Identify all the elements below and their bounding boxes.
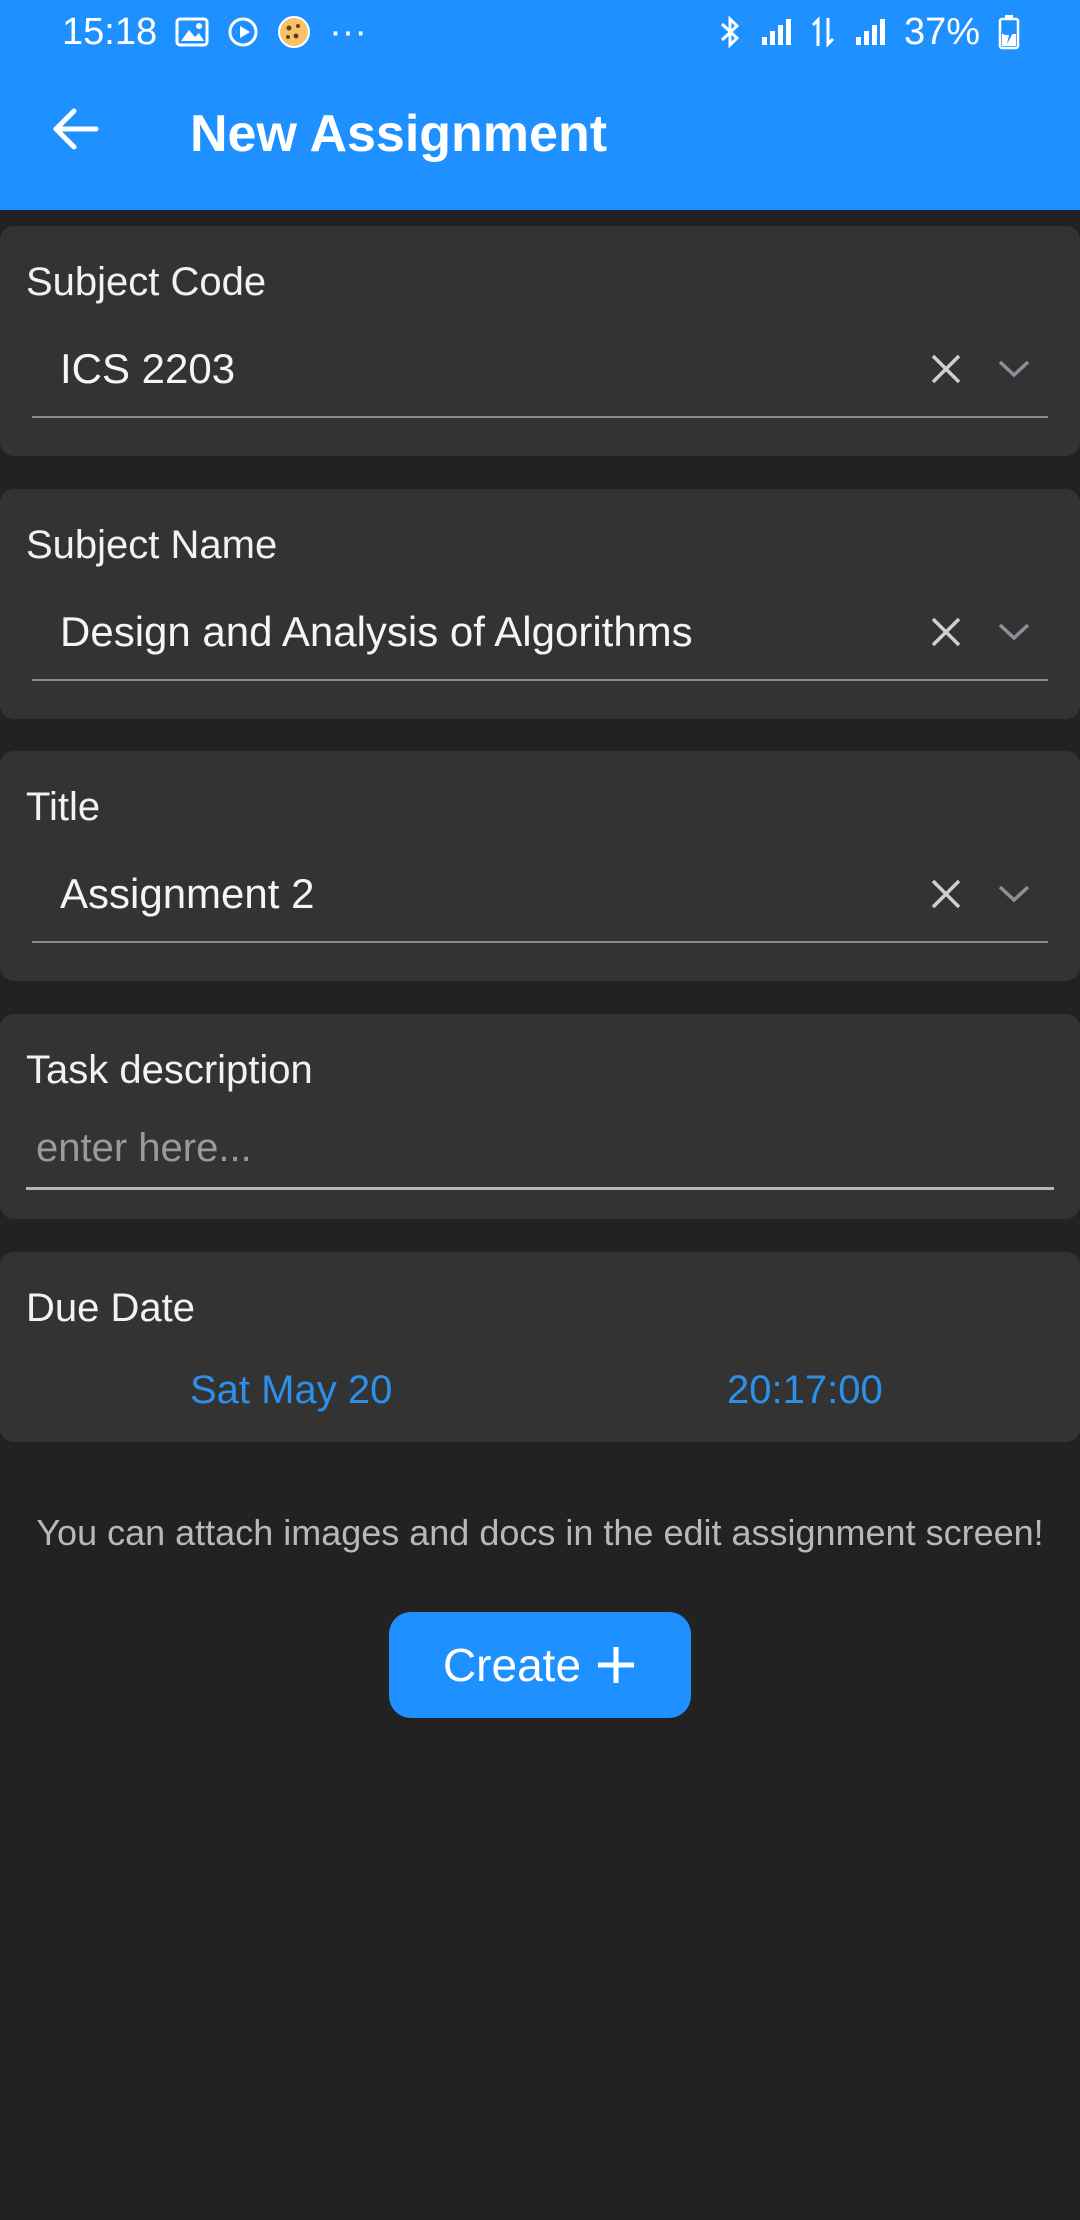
title-card: Title Assignment 2 [0,751,1080,981]
task-description-card: Task description [0,1014,1080,1219]
subject-name-select[interactable]: Design and Analysis of Algorithms [32,585,1048,681]
due-time-picker[interactable]: 20:17:00 [727,1368,883,1413]
clear-icon[interactable] [912,598,980,666]
attach-hint: You can attach images and docs in the ed… [36,1512,1044,1553]
data-icon [810,16,836,48]
task-description-input[interactable] [26,1110,1054,1190]
back-button[interactable] [40,94,110,164]
status-right: 37% [718,11,1020,54]
clear-icon[interactable] [912,860,980,928]
due-date-label: Due Date [26,1286,195,1330]
due-date-picker[interactable]: Sat May 20 [190,1368,392,1413]
signal-icon [854,17,886,47]
clear-icon[interactable] [912,335,980,403]
bluetooth-icon [718,15,742,49]
chevron-down-icon[interactable] [980,860,1048,928]
create-button-label: Create [442,1639,582,1691]
status-bar: 15:18 ··· 37% [0,0,1080,64]
subject-code-card: Subject Code ICS 2203 [0,226,1080,456]
arrow-left-icon [53,108,99,150]
gallery-icon [175,17,209,47]
chevron-down-icon[interactable] [980,335,1048,403]
subject-name-label: Subject Name [26,523,278,567]
plus-icon [598,1647,635,1683]
chevron-down-icon[interactable] [980,598,1048,666]
subject-name-value: Design and Analysis of Algorithms [60,608,693,655]
subject-code-label: Subject Code [26,260,267,304]
create-button[interactable]: Create [389,1612,691,1718]
page-title: New Assignment [190,105,608,163]
cookie-app-icon [277,15,311,49]
status-time: 15:18 [62,10,158,53]
task-description-label: Task description [26,1048,313,1092]
signal-icon [760,17,792,47]
subject-code-value: ICS 2203 [60,345,236,392]
title-select[interactable]: Assignment 2 [32,847,1048,943]
play-icon [227,16,259,48]
app-bar: New Assignment [0,64,1080,210]
title-label: Title [26,785,101,829]
subject-code-select[interactable]: ICS 2203 [32,322,1048,418]
due-date-card: Due Date Sat May 20 20:17:00 [0,1252,1080,1442]
battery-charging-icon [998,14,1020,50]
title-value: Assignment 2 [60,870,315,917]
subject-name-card: Subject Name Design and Analysis of Algo… [0,489,1080,719]
battery-percent: 37% [903,10,980,53]
more-notifications-icon: ··· [329,10,368,53]
status-left: 15:18 ··· [62,11,367,54]
